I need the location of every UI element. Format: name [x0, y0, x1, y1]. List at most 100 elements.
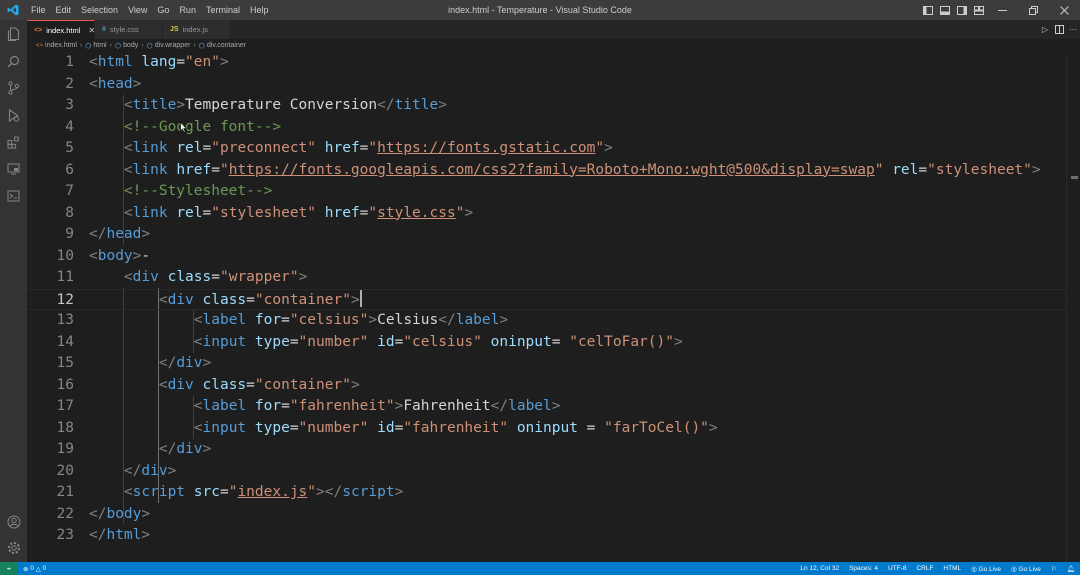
menu-help[interactable]: Help — [245, 0, 274, 20]
go-live-button-1[interactable]: ◎ Go Live — [966, 565, 1006, 573]
feedback-icon[interactable]: ⚐ — [1046, 565, 1062, 573]
problems-indicator[interactable]: ⊗ 0 △ 0 — [18, 565, 46, 573]
tab-label: index.js — [182, 25, 208, 34]
language-mode[interactable]: HTML — [938, 565, 966, 572]
js-file-icon: JS — [170, 26, 179, 33]
editor-scrollbar[interactable] — [1066, 52, 1080, 562]
code-line-19: 19 </div> — [56, 441, 212, 457]
chevron-right-icon: › — [193, 42, 196, 49]
code-line-15: 15 </div> — [56, 355, 212, 371]
breadcrumb-item[interactable]: index.html — [45, 42, 77, 49]
remote-explorer-icon[interactable] — [0, 158, 27, 180]
encoding[interactable]: UTF-8 — [883, 565, 911, 572]
code-line-21: 21 <script src="index.js"></script> — [56, 484, 404, 500]
end-of-line[interactable]: CRLF — [911, 565, 938, 572]
run-debug-icon[interactable] — [0, 104, 27, 126]
code-line-18: 18 <input type="number" id="fahrenheit" … — [56, 419, 718, 436]
chevron-right-icon: › — [79, 42, 83, 49]
element-icon: ⬡ — [85, 42, 92, 50]
notifications-bell-icon[interactable]: 🔔︎ — [1062, 565, 1080, 573]
split-editor-icon[interactable] — [1052, 20, 1066, 39]
breadcrumb-item[interactable]: div.wrapper — [155, 42, 191, 49]
html-file-icon: <> — [36, 42, 44, 49]
code-line-10: 10 <body>- — [56, 247, 151, 264]
element-icon: ⬡ — [198, 42, 205, 50]
tab-style-css[interactable]: # style.css — [95, 20, 163, 39]
customize-layout-icon[interactable] — [970, 0, 987, 20]
code-line-17: 17 <label for="fahrenheit">Fahrenheit</l… — [56, 398, 561, 414]
code-line-2: 2 <head> — [65, 75, 142, 92]
code-line-16: 16 <div class="container"> — [56, 376, 360, 393]
status-bar: ⌁ ⊗ 0 △ 0 Ln 12, Col 32 Spaces: 4 UTF-8 … — [0, 562, 1080, 575]
run-icon[interactable]: ▷ — [1038, 20, 1052, 39]
link-url[interactable]: style.css — [377, 205, 456, 221]
broadcast-icon: ◎ — [971, 565, 979, 573]
close-window-button[interactable] — [1049, 0, 1080, 20]
cursor-position[interactable]: Ln 12, Col 32 — [795, 565, 844, 572]
element-icon: ⬡ — [146, 42, 153, 50]
activity-bar — [0, 20, 27, 562]
css-file-icon: # — [102, 26, 106, 33]
manage-gear-icon[interactable] — [0, 537, 27, 559]
source-control-icon[interactable] — [0, 77, 27, 99]
text-cursor — [359, 289, 362, 307]
breadcrumb-item[interactable]: body — [123, 42, 138, 49]
code-editor[interactable]: 1 <html lang="en"> 2 <head> 3 <title>Tempe… — [27, 52, 1080, 562]
tab-label: index.html — [46, 25, 81, 35]
menu-terminal[interactable]: Terminal — [201, 0, 245, 20]
code-line-12: 12 <div class="container"> — [27, 288, 1080, 310]
code-line-13: 13 <label for="celsius">Celsius</label> — [56, 312, 509, 328]
menu-edit[interactable]: Edit — [51, 0, 77, 20]
menu-file[interactable]: File — [26, 0, 51, 20]
element-icon: ⬡ — [114, 42, 122, 50]
code-line-11: 11 <div class="wrapper"> — [56, 269, 308, 285]
toggle-primary-sidebar-icon[interactable] — [919, 0, 936, 20]
breadcrumb: <> index.html › ⬡ html › ⬡ body › ⬡ div.… — [27, 39, 1080, 52]
mouse-pointer-icon — [180, 122, 187, 133]
cursor-overview-mark — [1071, 176, 1078, 179]
code-line-9: 9 </head> — [65, 226, 151, 242]
error-icon: ⊗ — [23, 565, 31, 573]
menu-selection[interactable]: Selection — [76, 0, 123, 20]
docker-icon[interactable] — [0, 185, 27, 207]
breadcrumb-item[interactable]: div.container — [207, 42, 246, 49]
menu-view[interactable]: View — [123, 0, 152, 20]
tab-index-js[interactable]: JS index.js — [163, 20, 231, 39]
code-line-22: 22 </body> — [56, 505, 151, 522]
broadcast-icon: ◎ — [1011, 565, 1019, 573]
html-file-icon: <> — [34, 26, 43, 34]
accounts-icon[interactable] — [0, 511, 27, 533]
chevron-right-icon: › — [109, 42, 112, 49]
code-line-7: 7 <!--Stylesheet--> — [65, 183, 273, 199]
tab-bar: <> index.html ✕ # style.css JS index.js … — [27, 20, 1080, 39]
indentation[interactable]: Spaces: 4 — [844, 565, 883, 572]
vscode-logo-icon — [0, 0, 26, 20]
menu-bar: File Edit Selection View Go Run Terminal… — [26, 0, 273, 20]
link-url[interactable]: https://fonts.googleapis.com/css2?family… — [229, 162, 875, 178]
link-url[interactable]: index.js — [237, 484, 307, 500]
warning-count: 0 — [42, 565, 47, 572]
menu-go[interactable]: Go — [152, 0, 174, 20]
code-line-8: 8 <link rel="stylesheet" href="style.css… — [65, 204, 474, 221]
tab-label: style.css — [109, 25, 139, 34]
title-bar: File Edit Selection View Go Run Terminal… — [0, 0, 1080, 20]
code-line-1: 1 <html lang="en"> — [65, 54, 229, 70]
code-line-6: 6 <link href="https://fonts.googleapis.c… — [65, 161, 1041, 178]
go-live-button-2[interactable]: ◎ Go Live — [1006, 565, 1046, 573]
search-icon[interactable] — [0, 50, 27, 72]
explorer-icon[interactable] — [0, 23, 27, 45]
minimize-button[interactable] — [987, 0, 1018, 20]
restore-button[interactable] — [1018, 0, 1049, 20]
remote-indicator-icon[interactable]: ⌁ — [0, 562, 18, 575]
warning-icon: △ — [33, 565, 43, 573]
tab-index-html[interactable]: <> index.html ✕ — [27, 20, 95, 39]
toggle-panel-icon[interactable] — [936, 0, 953, 20]
code-line-14: 14 <input type="number" id="celsius" oni… — [56, 333, 683, 350]
more-actions-icon[interactable]: ··· — [1066, 20, 1080, 39]
toggle-secondary-sidebar-icon[interactable] — [953, 0, 970, 20]
breadcrumb-item[interactable]: html — [93, 42, 106, 49]
chevron-right-icon: › — [141, 42, 144, 49]
link-url[interactable]: https://fonts.gstatic.com — [377, 140, 595, 156]
extensions-icon[interactable] — [0, 131, 27, 153]
menu-run[interactable]: Run — [174, 0, 201, 20]
